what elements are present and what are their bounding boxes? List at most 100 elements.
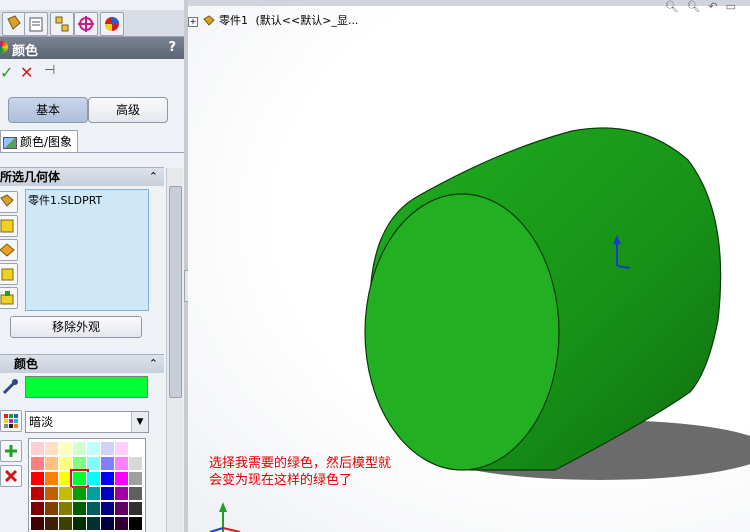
color-palette-grid[interactable]: [28, 438, 146, 532]
feature-tree-header[interactable]: + 零件1 (默认<<默认>_显...: [188, 12, 358, 28]
palette-swatch[interactable]: [70, 469, 89, 488]
chevron-down-icon[interactable]: ▼: [131, 412, 148, 432]
eyedropper-icon[interactable]: [0, 378, 20, 396]
palette-swatch[interactable]: [87, 457, 100, 470]
section-view-icon[interactable]: ▭: [726, 0, 744, 13]
dimxpert-tab[interactable]: [74, 12, 98, 36]
palette-swatch[interactable]: [59, 502, 72, 515]
remove-swatch-icon[interactable]: [0, 465, 22, 487]
palette-swatch[interactable]: [101, 517, 114, 530]
display-manager-tab[interactable]: [100, 12, 124, 36]
palette-swatch[interactable]: [101, 472, 114, 485]
feature-manager-tab[interactable]: [2, 12, 26, 36]
select-feature-icon[interactable]: [0, 287, 18, 309]
palette-swatch[interactable]: [45, 517, 58, 530]
selected-geometry-list[interactable]: 零件1.SLDPRT: [25, 189, 149, 311]
zoom-to-fit-icon[interactable]: 🔍︎: [664, 0, 686, 13]
palette-swatch[interactable]: [129, 457, 142, 470]
palette-swatch[interactable]: [115, 457, 128, 470]
palette-swatch[interactable]: [31, 517, 44, 530]
palette-swatch[interactable]: [31, 472, 44, 485]
configuration-manager-tab[interactable]: [50, 12, 74, 36]
tab-color-image[interactable]: 颜色/图象: [0, 130, 78, 153]
palette-swatch[interactable]: [31, 442, 44, 455]
palette-swatch[interactable]: [45, 457, 58, 470]
config-name: (默认<<默认>_显...: [255, 14, 359, 27]
palette-swatch[interactable]: [59, 487, 72, 500]
palette-swatch[interactable]: [45, 487, 58, 500]
add-swatch-icon[interactable]: [0, 440, 22, 462]
palette-swatch[interactable]: [101, 457, 114, 470]
palette-swatch[interactable]: [115, 502, 128, 515]
palette-swatch[interactable]: [115, 517, 128, 530]
palette-swatch[interactable]: [129, 487, 142, 500]
palette-swatch[interactable]: [87, 442, 100, 455]
expand-plus-icon[interactable]: +: [188, 17, 198, 27]
palette-swatch[interactable]: [73, 457, 86, 470]
palette-swatch[interactable]: [101, 487, 114, 500]
current-color-swatch[interactable]: [25, 376, 148, 398]
palette-swatch[interactable]: [59, 457, 72, 470]
model-svg: [209, 127, 750, 532]
scrollbar-thumb[interactable]: [169, 186, 182, 398]
collapse-chevron-icon[interactable]: ⌃: [149, 168, 158, 186]
list-item[interactable]: 零件1.SLDPRT: [26, 190, 148, 210]
palette-swatch[interactable]: [115, 487, 128, 500]
palette-swatch[interactable]: [129, 472, 142, 485]
subtab-label: 颜色/图象: [20, 135, 73, 149]
palette-swatch[interactable]: [59, 442, 72, 455]
manager-tab-strip: [0, 10, 184, 37]
palette-swatch[interactable]: [129, 442, 142, 455]
select-body-icon[interactable]: [0, 263, 18, 285]
palette-swatch[interactable]: [115, 472, 128, 485]
select-part-icon[interactable]: [0, 191, 18, 213]
palette-swatch[interactable]: [45, 502, 58, 515]
palette-swatch[interactable]: [101, 502, 114, 515]
palette-swatch[interactable]: [31, 487, 44, 500]
panel-title: 颜色: [12, 44, 39, 59]
palette-dropdown[interactable]: 暗淡 ▼: [25, 411, 149, 433]
palette-swatch[interactable]: [101, 442, 114, 455]
palette-swatch[interactable]: [31, 457, 44, 470]
tab-basic[interactable]: 基本: [8, 97, 88, 123]
palette-swatch[interactable]: [129, 517, 142, 530]
palette-swatch[interactable]: [59, 517, 72, 530]
palette-swatch[interactable]: [73, 517, 86, 530]
select-face-icon[interactable]: [0, 215, 18, 237]
palette-swatch[interactable]: [115, 442, 128, 455]
view-toolbar: 🔍︎🔍︎↶▭: [664, 0, 744, 13]
previous-view-icon[interactable]: ↶: [708, 0, 725, 13]
palette-swatch[interactable]: [73, 487, 86, 500]
panel-actions: ✓ ✕ ⊣: [0, 63, 184, 83]
select-surface-icon[interactable]: [0, 239, 18, 261]
graphics-viewport[interactable]: [188, 6, 750, 532]
help-button[interactable]: ?: [168, 40, 176, 55]
color-section-header[interactable]: 颜色 ⌃: [0, 354, 164, 373]
palette-swatch[interactable]: [45, 472, 58, 485]
palette-swatch[interactable]: [87, 487, 100, 500]
property-manager-tab[interactable]: [24, 12, 48, 36]
collapse-chevron-icon[interactable]: ⌃: [149, 355, 158, 373]
cylinder-end-face[interactable]: [364, 193, 560, 471]
palette-swatch[interactable]: [45, 442, 58, 455]
palette-swatch[interactable]: [87, 472, 100, 485]
cancel-x-icon[interactable]: ✕: [20, 63, 33, 82]
selected-geometry-header[interactable]: 所选几何体 ⌃: [0, 167, 164, 186]
palette-swatch[interactable]: [31, 502, 44, 515]
pushpin-icon[interactable]: ⊣: [44, 63, 55, 78]
palette-swatch[interactable]: [73, 502, 86, 515]
panel-scrollbar[interactable]: [166, 168, 183, 532]
color-wheel-icon: [0, 41, 8, 53]
palette-swatch[interactable]: [59, 472, 72, 485]
divider: [0, 152, 184, 153]
ok-check-icon[interactable]: ✓: [0, 63, 13, 82]
palette-swatch[interactable]: [87, 517, 100, 530]
palette-swatch[interactable]: [73, 442, 86, 455]
palette-grid-icon[interactable]: [0, 410, 22, 432]
tab-advanced[interactable]: 高级: [88, 97, 168, 123]
palette-swatch[interactable]: [129, 502, 142, 515]
remove-appearance-button[interactable]: 移除外观: [10, 316, 142, 338]
palette-swatch[interactable]: [87, 502, 100, 515]
zoom-area-icon[interactable]: 🔍︎: [686, 0, 708, 13]
triad-z-axis-icon: [209, 527, 224, 532]
